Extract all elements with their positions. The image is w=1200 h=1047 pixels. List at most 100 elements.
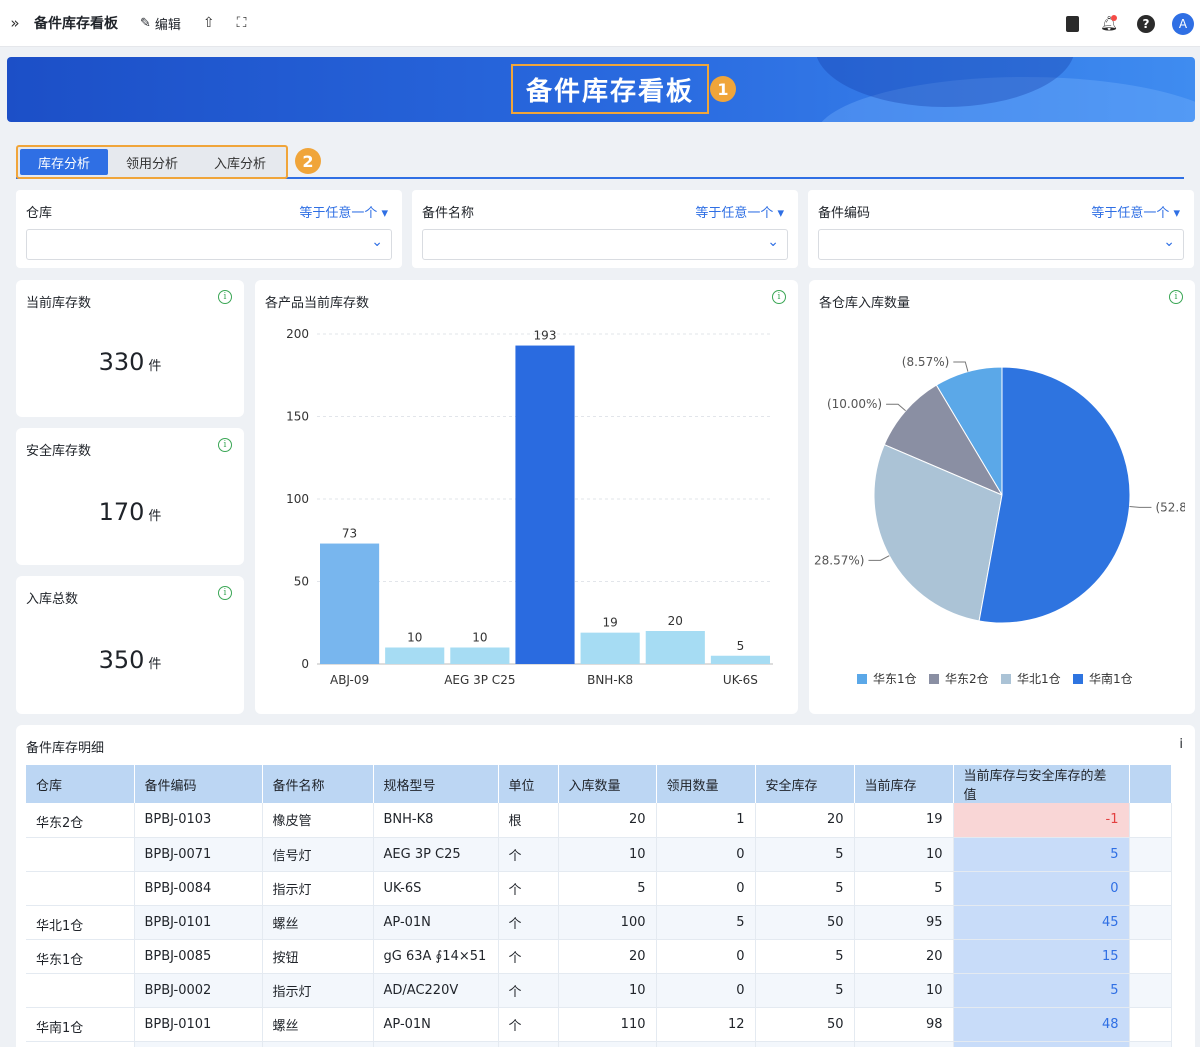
- cell-current: 98: [854, 1007, 954, 1042]
- cell-name: 按钮: [262, 939, 374, 974]
- cell-in: 20: [558, 939, 657, 974]
- cell-used: 0: [656, 973, 756, 1008]
- table-row[interactable]: BPBJ-0002 指示灯 AD/AC220V 个 10 0 5 10 5: [26, 973, 1172, 1008]
- pie-leader-line: [886, 403, 906, 412]
- cell-spec: gG 63A ∮14×51: [373, 939, 499, 974]
- bar: [710, 655, 770, 664]
- column-header[interactable]: 领用数量: [656, 765, 756, 803]
- pie-slice-label: (8.57%): [902, 355, 949, 369]
- kpi-card-safety-stock: 安全库存数 i 170 件: [16, 428, 244, 565]
- cell-warehouse: 华北1仓: [26, 905, 135, 940]
- column-header[interactable]: 仓库: [26, 765, 135, 803]
- legend-label: 华东2仓: [945, 672, 989, 686]
- column-header[interactable]: 当前库存与安全库存的差值: [953, 765, 1130, 803]
- table-row[interactable]: 华东1仓 BPBJ-0085 按钮 gG 63A ∮14×51 个 20 0 5 20 15: [26, 939, 1172, 974]
- cell-spacer: [1129, 803, 1172, 838]
- table-row[interactable]: 华南1仓 BPBJ-0101 螺丝 AP-01N 个 110 12 50 98 48: [26, 1007, 1172, 1042]
- fullscreen-icon[interactable]: ⛶: [237, 15, 247, 31]
- cell-used: 0: [656, 939, 756, 974]
- column-header[interactable]: 备件名称: [262, 765, 374, 803]
- tab-usage-analysis[interactable]: 领用分析: [108, 149, 196, 175]
- filter-select[interactable]: ⌄: [26, 229, 392, 260]
- column-header[interactable]: 备件编码: [134, 765, 263, 803]
- expand-sidebar-icon[interactable]: »: [2, 14, 28, 32]
- bar-chart: 0 50 100 150 200 73 ABJ-09 10 10 AEG 3P C25 193 19 B…: [286, 327, 773, 687]
- cell-name: 指示灯: [262, 973, 374, 1008]
- pie-slice-label: 28.57%): [814, 553, 864, 567]
- cell-current: 10: [854, 837, 954, 872]
- cell-used: 5: [656, 905, 756, 940]
- cell-warehouse: [26, 871, 135, 906]
- filter-part-code: 备件编码 等于任意一个 ▾ ⌄: [808, 190, 1194, 268]
- cell-used: 1: [656, 803, 756, 838]
- table-row[interactable]: BPBJ-0071 信号灯 AEG 3P C25 个 10 0 5 10 5: [26, 837, 1172, 872]
- cell-name: 信号灯: [262, 837, 374, 872]
- cell-spec: AP-01N: [373, 905, 499, 940]
- tab-bar: 库存分析 领用分析 入库分析 2: [16, 145, 1184, 179]
- column-header[interactable]: 入库数量: [558, 765, 657, 803]
- cell-name: 橡皮管: [262, 803, 374, 838]
- legend-swatch: [857, 674, 867, 684]
- table-row[interactable]: 华北1仓 BPBJ-0101 螺丝 AP-01N 个 100 5 50 95 45: [26, 905, 1172, 940]
- x-tick-label: UK-6S: [723, 673, 758, 687]
- cell-in: 10: [558, 837, 657, 872]
- cell-unit: 个: [498, 871, 559, 906]
- annotation-badge-2: 2: [295, 148, 321, 174]
- table-row[interactable]: 华东2仓 BPBJ-0103 橡皮管 BNH-K8 根 20 1 20 19 -1: [26, 803, 1172, 838]
- tab-inbound-analysis[interactable]: 入库分析: [196, 149, 284, 175]
- banner-title: 备件库存看板: [511, 64, 709, 114]
- cell-code: BPBJ-0002: [134, 973, 263, 1008]
- cell-name: 螺丝: [262, 905, 374, 940]
- pie-leader-line: [953, 361, 969, 372]
- cell-spacer: [1129, 939, 1172, 974]
- cell-code: BPBJ-0085: [134, 939, 263, 974]
- info-icon[interactable]: i: [218, 290, 232, 304]
- filter-operator-dropdown[interactable]: 等于任意一个 ▾: [695, 202, 784, 221]
- column-header[interactable]: 安全库存: [755, 765, 855, 803]
- notification-dot: [1111, 14, 1117, 21]
- kpi-title: 当前库存数: [26, 296, 92, 311]
- chevron-down-icon: ⌄: [1163, 234, 1175, 250]
- info-icon[interactable]: i: [218, 586, 232, 600]
- cell-warehouse: 华东2仓: [26, 803, 135, 838]
- cell-code: BPBJ-0071: [134, 837, 263, 872]
- help-icon[interactable]: ?: [1135, 13, 1157, 35]
- column-header[interactable]: 单位: [498, 765, 559, 803]
- cell-used: 12: [656, 1007, 756, 1042]
- tab-inventory-analysis[interactable]: 库存分析: [20, 149, 108, 175]
- cell-safe: [755, 1041, 855, 1047]
- info-icon[interactable]: i: [1179, 737, 1183, 752]
- chevron-down-icon: ⌄: [371, 234, 383, 250]
- chevron-down-icon: ⌄: [767, 234, 779, 250]
- bar: [580, 632, 640, 664]
- x-tick-label: ABJ-09: [330, 673, 369, 687]
- kpi-title: 入库总数: [26, 592, 79, 607]
- annotation-badge-1: 1: [710, 76, 736, 102]
- kpi-value: 330: [98, 348, 145, 376]
- column-header[interactable]: 当前库存: [854, 765, 954, 803]
- notification-bell-icon[interactable]: 🔔︎: [1098, 13, 1120, 35]
- column-header[interactable]: 规格型号: [373, 765, 499, 803]
- cell-spec: AEG 3P C25: [373, 837, 499, 872]
- filter-label: 仓库: [26, 206, 53, 221]
- cell-diff: [953, 1041, 1130, 1047]
- table-row[interactable]: [26, 1041, 1172, 1047]
- info-icon[interactable]: i: [218, 438, 232, 452]
- filter-select[interactable]: ⌄: [422, 229, 788, 260]
- filter-operator-dropdown[interactable]: 等于任意一个 ▾: [299, 202, 388, 221]
- cell-safe: 5: [755, 973, 855, 1008]
- filter-warehouse: 仓库 等于任意一个 ▾ ⌄: [16, 190, 402, 268]
- share-icon[interactable]: ⇧: [203, 15, 215, 31]
- cell-in: 5: [558, 871, 657, 906]
- kpi-unit: 件: [148, 359, 162, 374]
- notebook-icon[interactable]: [1061, 13, 1083, 35]
- edit-button[interactable]: ✎ 编辑: [140, 14, 181, 33]
- cell-safe: 5: [755, 871, 855, 906]
- filter-label: 备件名称: [422, 206, 475, 221]
- data-label: 73: [342, 527, 357, 541]
- table-row[interactable]: BPBJ-0084 指示灯 UK-6S 个 5 0 5 5 0: [26, 871, 1172, 906]
- filter-operator-dropdown[interactable]: 等于任意一个 ▾: [1091, 202, 1180, 221]
- cell-current: 19: [854, 803, 954, 838]
- filter-select[interactable]: ⌄: [818, 229, 1184, 260]
- avatar[interactable]: A: [1172, 12, 1194, 35]
